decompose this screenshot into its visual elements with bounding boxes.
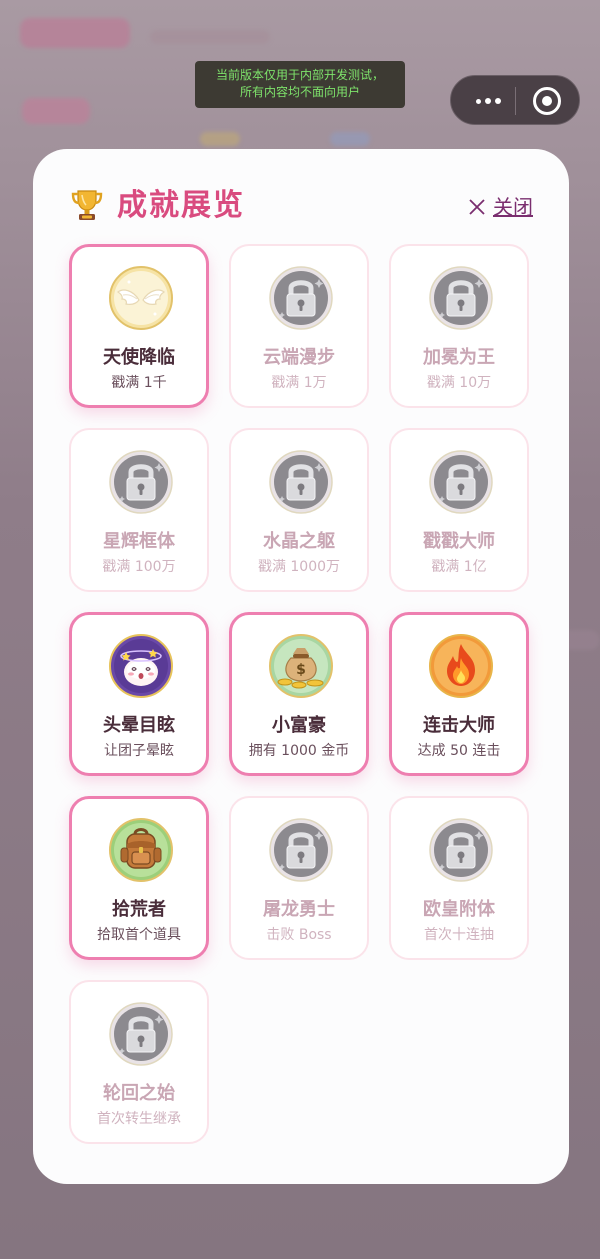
achievement-card[interactable]: 云端漫步戳满 1万 <box>229 244 369 408</box>
achievement-card[interactable]: 头晕目眩 让团子晕眩 <box>69 612 209 776</box>
achievement-name: 欧皇附体 <box>423 899 495 920</box>
achievement-modal: 成就展览 关闭 天使降临戳满 1千 云端漫步戳满 1万 加冕为王戳满 10万 <box>33 149 569 1184</box>
dev-notice-line: 当前版本仅用于内部开发测试， <box>215 68 384 82</box>
trophy-icon <box>71 190 103 220</box>
background-blur <box>22 98 90 124</box>
close-button[interactable]: 关闭 <box>467 194 533 220</box>
achievement-card[interactable]: $ 小富豪拥有 1000 金币 <box>229 612 369 776</box>
achievement-name: 小富豪 <box>272 715 326 736</box>
background-blur <box>20 18 130 48</box>
achievement-name: 轮回之始 <box>103 1083 175 1104</box>
lock-icon <box>429 266 493 330</box>
achievement-desc: 戳满 1千 <box>111 375 167 391</box>
svg-text:$: $ <box>296 662 306 678</box>
achievement-card[interactable]: 星辉框体戳满 100万 <box>69 428 209 592</box>
achievement-name: 天使降临 <box>103 347 175 368</box>
more-icon[interactable] <box>468 90 508 112</box>
close-icon <box>469 199 485 215</box>
achievement-desc: 达成 50 连击 <box>417 743 501 759</box>
achievement-desc: 拥有 1000 金币 <box>248 743 350 759</box>
achievement-name: 拾荒者 <box>112 899 166 920</box>
achievement-name: 云端漫步 <box>263 347 335 368</box>
background-blur <box>200 132 240 146</box>
achievement-card[interactable]: 天使降临戳满 1千 <box>69 244 209 408</box>
achievement-card[interactable]: 轮回之始首次转生继承 <box>69 980 209 1144</box>
lock-icon <box>269 818 333 882</box>
achievement-desc: 击败 Boss <box>266 927 332 943</box>
dev-notice: 当前版本仅用于内部开发测试， 所有内容均不面向用户 <box>195 61 405 108</box>
achievement-desc: 戳满 100万 <box>102 559 176 575</box>
dev-notice-line: 所有内容均不面向用户 <box>239 85 360 99</box>
dizzy-dumpling-icon <box>109 634 173 698</box>
achievement-card[interactable]: 水晶之躯戳满 1000万 <box>229 428 369 592</box>
exit-icon[interactable] <box>533 87 561 115</box>
lock-icon <box>429 450 493 514</box>
modal-title: 成就展览 <box>117 188 245 223</box>
achievement-desc: 让团子晕眩 <box>104 743 174 759</box>
close-label: 关闭 <box>493 195 533 219</box>
achievement-desc: 戳满 1万 <box>271 375 327 391</box>
background-blur <box>150 30 270 44</box>
achievement-name: 戳戳大师 <box>423 531 495 552</box>
capsule-divider <box>515 87 516 115</box>
achievement-desc: 拾取首个道具 <box>97 927 181 943</box>
achievement-card[interactable]: 欧皇附体 首次十连抽 <box>389 796 529 960</box>
miniprogram-capsule <box>450 75 580 125</box>
lock-icon <box>269 266 333 330</box>
achievement-desc: 首次转生继承 <box>97 1111 181 1127</box>
lock-icon <box>429 818 493 882</box>
achievement-desc: 戳满 1000万 <box>257 559 341 575</box>
money-bag-icon: $ <box>269 634 333 698</box>
lock-icon <box>109 450 173 514</box>
achievement-name: 头晕目眩 <box>103 715 175 736</box>
lock-icon <box>269 450 333 514</box>
achievement-name: 连击大师 <box>423 715 495 736</box>
achievement-name: 水晶之躯 <box>263 531 335 552</box>
achievement-name: 星辉框体 <box>103 531 175 552</box>
achievement-name: 屠龙勇士 <box>263 899 335 920</box>
background-blur <box>330 132 370 146</box>
achievement-card[interactable]: 连击大师达成 50 连击 <box>389 612 529 776</box>
achievement-name: 加冕为王 <box>423 347 495 368</box>
fire-icon <box>429 634 493 698</box>
backpack-icon <box>109 818 173 882</box>
achievement-card[interactable]: 拾荒者 拾取首个道具 <box>69 796 209 960</box>
angel-wings-icon <box>109 266 173 330</box>
achievement-card[interactable]: 屠龙勇士击败 Boss <box>229 796 369 960</box>
achievement-card[interactable]: 加冕为王戳满 10万 <box>389 244 529 408</box>
achievement-desc: 戳满 1亿 <box>431 559 487 575</box>
achievement-desc: 戳满 10万 <box>426 375 492 391</box>
lock-icon <box>109 1002 173 1066</box>
achievement-card[interactable]: 戳戳大师戳满 1亿 <box>389 428 529 592</box>
achievement-desc: 首次十连抽 <box>424 927 494 943</box>
